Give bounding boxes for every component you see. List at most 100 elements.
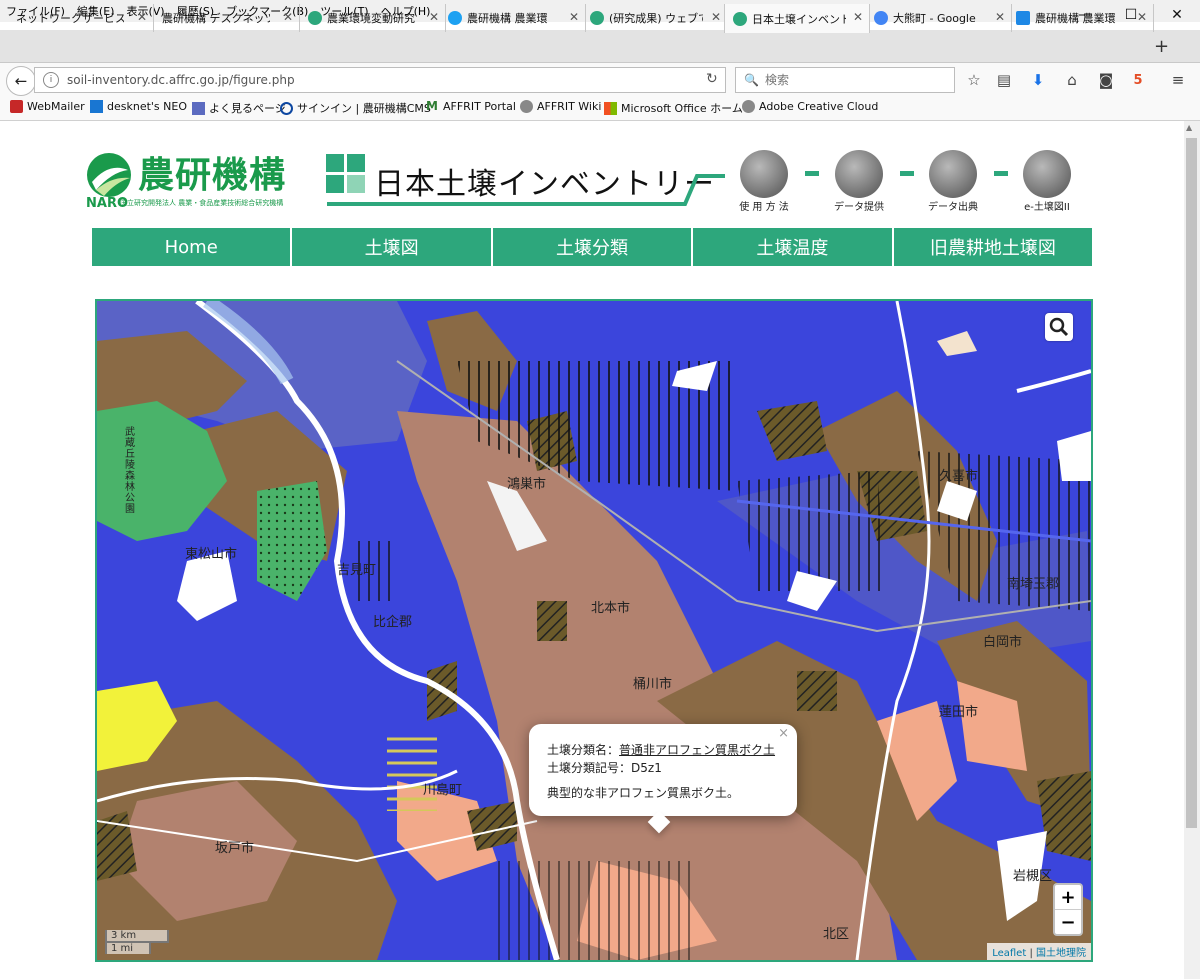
- tab-google-okuma[interactable]: 大熊町 - Google ✕: [866, 4, 1012, 32]
- bookmark-desknets[interactable]: desknet's NEO: [90, 100, 187, 113]
- bookmark-frequent[interactable]: よく見るページ: [192, 100, 286, 116]
- tab-label: 農研機構 農業環: [467, 12, 548, 25]
- tab-label: 農研機構 デスクネッツ(: [162, 12, 270, 25]
- close-icon[interactable]: ✕: [429, 10, 439, 24]
- tab-naro-env[interactable]: 農研機構 農業環 ✕: [1008, 4, 1154, 32]
- bookmark-label: よく見るページ: [209, 102, 286, 115]
- tab-label: 大熊町 - Google: [893, 12, 976, 25]
- gsi-link[interactable]: 国土地理院: [1036, 948, 1086, 959]
- data-source-icon[interactable]: [929, 150, 977, 198]
- close-window-button[interactable]: ✕: [1154, 0, 1200, 30]
- place-label: 北区: [823, 927, 850, 942]
- header-dash: [994, 171, 1008, 176]
- scroll-up-icon[interactable]: ▲: [1186, 123, 1192, 132]
- close-icon[interactable]: ✕: [995, 10, 1005, 24]
- soil-name-label: 土壌分類名：: [547, 743, 620, 757]
- bookmark-affrit-portal[interactable]: M AFFRIT Portal: [426, 99, 516, 114]
- back-button[interactable]: ←: [6, 66, 36, 96]
- nav-old-farmland-soil-map[interactable]: 旧農耕地土壌図: [893, 228, 1093, 266]
- bookmark-label: サインイン | 農研機構CMS: [297, 102, 431, 115]
- header-dash: [805, 171, 819, 176]
- close-icon[interactable]: ✕: [283, 10, 293, 24]
- search-input[interactable]: [762, 72, 947, 88]
- bookmark-webmailer[interactable]: WebMailer: [10, 100, 85, 113]
- google-favicon-icon: [874, 11, 888, 25]
- soil-map[interactable]: 鴻巣市 東松山市 吉見町 比企郡 北本市 桶川市 川島町 坂戸市 蓮田市 白岡市…: [95, 299, 1093, 962]
- pocket-icon[interactable]: ◙: [1096, 70, 1116, 90]
- reload-button[interactable]: ↻: [706, 71, 718, 87]
- popup-close-button[interactable]: ×: [778, 726, 789, 741]
- search-bar[interactable]: 🔍: [735, 67, 955, 93]
- tab-network-services[interactable]: ネットワークサービス ✕: [8, 4, 154, 32]
- close-icon[interactable]: ✕: [853, 10, 863, 24]
- link-data-provision[interactable]: データ提供: [814, 198, 904, 213]
- zoom-control: + −: [1053, 883, 1083, 936]
- bookmark-label: Microsoft Office ホーム: [621, 102, 743, 115]
- bookmark-ms-office[interactable]: Microsoft Office ホーム: [604, 100, 743, 116]
- close-icon[interactable]: ✕: [711, 10, 721, 24]
- place-label: 桶川市: [633, 677, 673, 692]
- nav-soil-temperature[interactable]: 土壌温度: [693, 228, 894, 266]
- search-icon: [1049, 317, 1069, 337]
- data-provision-icon[interactable]: [835, 150, 883, 198]
- tab-desknets[interactable]: 農研機構 デスクネッツ( ✕: [154, 4, 300, 32]
- title-underline: [327, 174, 725, 206]
- soil-code-label: 土壌分類記号：: [547, 761, 632, 775]
- soil-name-link[interactable]: 普通非アロフェン質黒ボク土: [619, 743, 775, 757]
- hamburger-menu-icon[interactable]: ≡: [1168, 70, 1188, 90]
- place-label: 東松山市: [185, 547, 238, 562]
- bookmark-star-icon[interactable]: ☆: [964, 70, 984, 90]
- place-label: 久喜市: [939, 469, 979, 484]
- naro-favicon-icon: [308, 11, 322, 25]
- map-tiles[interactable]: [97, 301, 1091, 960]
- place-label: 南埼玉郡: [1007, 577, 1060, 592]
- bookmark-cms[interactable]: サインイン | 農研機構CMS: [280, 100, 431, 116]
- new-tab-button[interactable]: +: [1154, 36, 1169, 57]
- tab-label: ネットワークサービス: [16, 12, 124, 25]
- affrit-icon: M: [426, 99, 438, 113]
- leaflet-link[interactable]: Leaflet: [992, 948, 1026, 959]
- nav-soil-map[interactable]: 土壌図: [292, 228, 493, 266]
- bookmark-adobe-cc[interactable]: Adobe Creative Cloud: [742, 100, 878, 113]
- back-arrow-icon: ←: [14, 72, 28, 90]
- download-icon[interactable]: ⬇: [1028, 70, 1048, 90]
- link-usage[interactable]: 使 用 方 法: [719, 198, 809, 213]
- map-search-button[interactable]: [1045, 313, 1073, 341]
- e-soil-map-icon[interactable]: [1023, 150, 1071, 198]
- html5-icon[interactable]: 5: [1128, 70, 1148, 90]
- place-label: 武蔵丘陵森林公園: [125, 427, 135, 515]
- tab-label: 日本土壌インベント: [752, 12, 846, 26]
- usage-icon[interactable]: [740, 150, 788, 198]
- naro-logo-icon: [87, 153, 131, 197]
- zoom-in-button[interactable]: +: [1055, 885, 1081, 910]
- desknets-icon: [90, 100, 103, 113]
- close-icon[interactable]: ✕: [1137, 10, 1147, 24]
- tab-soil-inventory[interactable]: 日本土壌インベント ✕: [724, 4, 870, 33]
- bookmark-label: Adobe Creative Cloud: [759, 100, 879, 113]
- attribution-separator: |: [1026, 948, 1036, 959]
- scrollbar-thumb[interactable]: [1186, 138, 1197, 828]
- close-icon[interactable]: ✕: [137, 10, 147, 24]
- bookmark-affrit-wiki[interactable]: AFFRIT Wiki: [520, 100, 601, 113]
- place-label: 岩槻区: [1013, 869, 1053, 884]
- tab-agri-env[interactable]: 農業環境変動研究 ✕: [300, 4, 446, 32]
- link-e-soil-map[interactable]: e-土壌図II: [1002, 198, 1092, 213]
- bookmark-label: desknet's NEO: [107, 100, 187, 113]
- close-icon[interactable]: ✕: [569, 10, 579, 24]
- address-bar[interactable]: i soil-inventory.dc.affrc.go.jp/figure.p…: [34, 67, 726, 93]
- place-label: 北本市: [591, 601, 631, 616]
- naro-favicon-icon: [590, 11, 604, 25]
- soil-info-popup: × 土壌分類名：普通非アロフェン質黒ボク土 土壌分類記号：D5z1 典型的な非ア…: [529, 724, 797, 834]
- link-data-source[interactable]: データ出典: [908, 198, 998, 213]
- nav-home[interactable]: Home: [92, 228, 293, 266]
- place-label: 蓮田市: [939, 705, 979, 720]
- reading-list-icon[interactable]: ▤: [994, 70, 1014, 90]
- home-icon[interactable]: ⌂: [1062, 70, 1082, 90]
- tab-twitter[interactable]: 農研機構 農業環 ✕: [440, 4, 586, 32]
- globe-icon: [742, 100, 755, 113]
- nav-soil-classification[interactable]: 土壌分類: [492, 228, 694, 266]
- info-icon[interactable]: i: [43, 72, 59, 88]
- tab-research-results[interactable]: (研究成果) ウェブで ✕: [582, 4, 728, 32]
- bookmark-label: AFFRIT Portal: [443, 100, 516, 113]
- zoom-out-button[interactable]: −: [1055, 910, 1081, 934]
